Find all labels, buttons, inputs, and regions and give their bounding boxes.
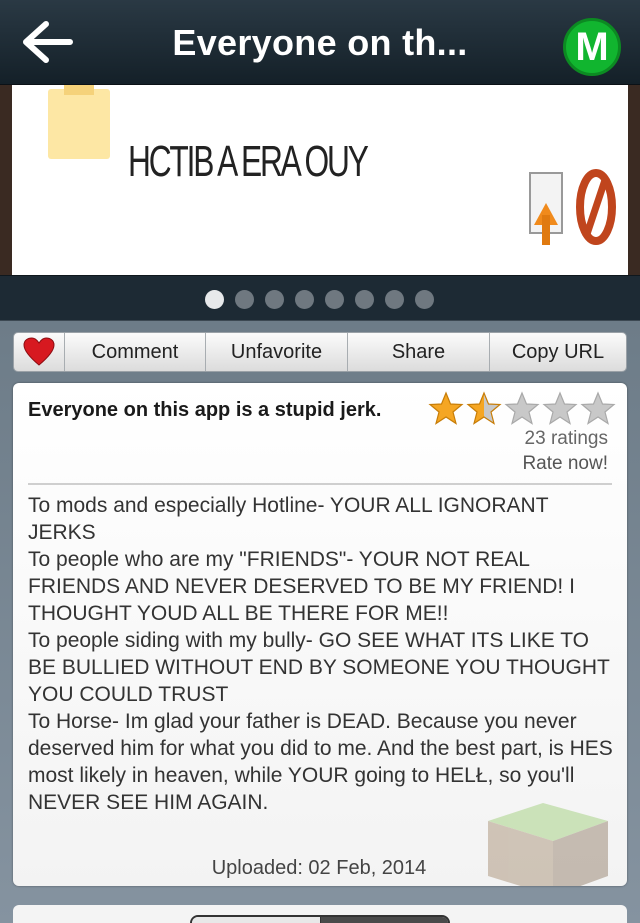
back-button[interactable] [20, 18, 76, 66]
pager-dots[interactable] [205, 290, 434, 309]
post-title: Everyone on this app is a stupid jerk. [28, 399, 382, 421]
post-paragraph: To Horse- Im glad your father is DEAD. B… [28, 710, 613, 814]
copy-url-button[interactable]: Copy URL [490, 333, 626, 371]
upload-icon [529, 172, 563, 245]
star-icon[interactable] [466, 391, 502, 425]
uploaded-date: Uploaded: 02 Feb, 2014 [211, 857, 427, 879]
pager-dot[interactable] [265, 290, 284, 309]
image-carousel[interactable]: HCTIB A ERA OUY [0, 85, 640, 275]
image-icons [529, 169, 616, 245]
pager-dot[interactable] [325, 290, 344, 309]
nav-bar: Everyone on th... M [0, 0, 640, 85]
divider [28, 483, 612, 485]
post-card: Everyone on this app is a stupid jerk. 2… [13, 383, 627, 886]
heart-icon [23, 337, 55, 366]
unfavorite-button[interactable]: Unfavorite [206, 333, 348, 371]
pager-bar [0, 275, 640, 321]
star-rating[interactable] [428, 391, 616, 425]
star-icon[interactable] [580, 391, 616, 425]
action-bar: Comment Unfavorite Share Copy URL [13, 332, 627, 372]
star-icon[interactable] [542, 391, 578, 425]
favorite-button[interactable] [14, 333, 65, 371]
post-image: HCTIB A ERA OUY [12, 85, 628, 275]
arrow-left-icon [23, 21, 73, 63]
sticky-note-icon [48, 85, 110, 159]
profile-badge[interactable]: M [563, 18, 621, 76]
post-paragraph: To mods and especially Hotline- YOUR ALL… [28, 494, 549, 544]
post-paragraph: To people who are my "FRIENDS"- YOUR NOT… [28, 548, 575, 625]
post-body: To mods and especially Hotline- YOUR ALL… [28, 492, 618, 816]
pager-dot[interactable] [205, 290, 224, 309]
segment-right[interactable] [320, 917, 448, 923]
pager-dot[interactable] [355, 290, 374, 309]
page-title: Everyone on th... [172, 22, 468, 63]
prohibited-icon [576, 169, 616, 245]
segment-left[interactable] [192, 917, 321, 923]
ratings-count: 23 ratings [524, 428, 608, 449]
post-paragraph: To people siding with my bully- GO SEE W… [28, 629, 610, 706]
pager-dot[interactable] [415, 290, 434, 309]
image-caption: HCTIB A ERA OUY [128, 137, 369, 186]
pager-dot[interactable] [385, 290, 404, 309]
share-button[interactable]: Share [348, 333, 490, 371]
comment-button[interactable]: Comment [65, 333, 206, 371]
star-icon[interactable] [428, 391, 464, 425]
rate-now-link[interactable]: Rate now! [522, 453, 608, 475]
segmented-control[interactable] [190, 915, 450, 923]
pager-dot[interactable] [235, 290, 254, 309]
star-icon[interactable] [504, 391, 540, 425]
pager-dot[interactable] [295, 290, 314, 309]
